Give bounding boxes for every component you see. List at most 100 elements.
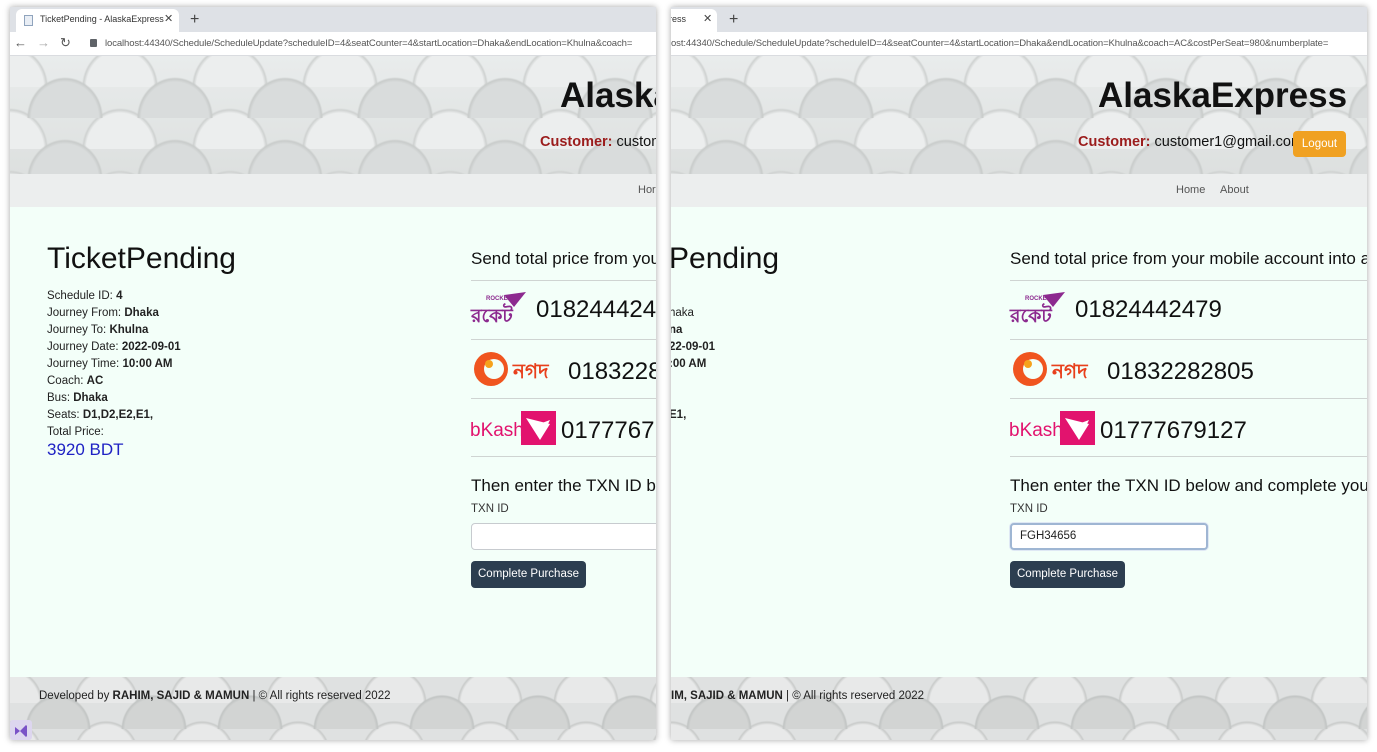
detail-value: AC [86, 375, 104, 387]
detail-label: Schedule ID: [47, 290, 113, 302]
address-bar-row: ← → ↻ localhost:44340/Schedule/ScheduleU… [10, 32, 656, 56]
txn-id-input[interactable] [471, 523, 656, 550]
detail-seats: Seats: D1,D2,E2,E1, [47, 409, 153, 421]
detail-journey-time: :00 AM [671, 358, 707, 370]
bkash-number: 01777679127 [1100, 417, 1247, 444]
detail-journey-date: 22-09-01 [671, 341, 716, 353]
rocket-wordmark: রকেট [470, 303, 513, 327]
nagad-number: 0183228 [568, 358, 656, 385]
footer-names: RAHIM, SAJID & MAMUN [112, 690, 250, 702]
divider [1010, 456, 1367, 457]
rocket-logo-icon: ROCKET রকেট [1009, 292, 1065, 327]
page-title: Pending [671, 242, 780, 275]
brand-title: AlaskaExpress [1098, 76, 1348, 115]
nagad-logo-icon: নগদ [1013, 352, 1089, 386]
complete-purchase-button[interactable]: Complete Purchase [471, 561, 586, 588]
divider [471, 398, 656, 399]
tab-strip: ress ✕ + [671, 7, 1367, 32]
detail-schedule-id: Schedule ID: 4 [47, 290, 122, 302]
nagad-number: 01832282805 [1107, 358, 1254, 385]
browser-chrome: ress ✕ + ost:44340/Schedule/ScheduleUpda… [671, 7, 1367, 56]
detail-label: Bus: [47, 392, 71, 404]
detail-label: Journey Date: [47, 341, 119, 353]
detail-value: Khulna [109, 324, 149, 336]
bkash-logo-icon: bKash [1009, 411, 1095, 445]
complete-purchase-button[interactable]: Complete Purchase [1010, 561, 1125, 588]
url-field[interactable]: ost:44340/Schedule/ScheduleUpdate?schedu… [671, 38, 1328, 49]
footer-names: IM, SAJID & MAMUN [671, 690, 783, 702]
total-price-value: 3920 BDT [47, 440, 124, 459]
detail-journey-to: na [671, 324, 683, 336]
page-title: TicketPending [47, 242, 236, 275]
detail-seats: E1, [671, 409, 687, 421]
detail-journey-from: Journey From: Dhaka [47, 307, 159, 319]
rocket-number: 01824442479 [1075, 296, 1222, 323]
customer-info: Customer: custome [540, 134, 656, 150]
tab-ticketpending[interactable]: TicketPending - AlaskaExpress ✕ [16, 9, 179, 32]
tab-title: TicketPending - AlaskaExpress [40, 14, 164, 24]
reload-icon[interactable]: ↻ [60, 35, 71, 51]
detail-label: Journey To: [47, 324, 107, 336]
detail-value: 4 [116, 290, 123, 302]
page-favicon-icon [24, 15, 33, 26]
back-arrow-icon[interactable]: ← [14, 35, 27, 51]
txn-instructions: Then enter the TXN ID be [471, 476, 656, 495]
footer-suffix: | © All rights reserved 2022 [249, 690, 391, 702]
visual-studio-icon[interactable] [10, 720, 32, 740]
detail-journey-to: Journey To: Khulna [47, 324, 148, 336]
nav-home-link[interactable]: Hor [638, 184, 656, 196]
nav-bar: Home About [671, 174, 1367, 207]
detail-journey-from: haka [671, 307, 694, 319]
close-tab-icon[interactable]: ✕ [164, 9, 173, 30]
nagad-wordmark: নগদ [1051, 359, 1089, 383]
customer-email: custome [616, 134, 656, 150]
site-header: Alaska Customer: custome [10, 56, 656, 174]
footer-credits: IM, SAJID & MAMUN | © All rights reserve… [671, 690, 924, 702]
bkash-wordmark: bKash [1009, 420, 1063, 441]
url-field[interactable]: localhost:44340/Schedule/ScheduleUpdate?… [105, 38, 632, 49]
forward-arrow-icon[interactable]: → [37, 35, 50, 51]
nav-home-link[interactable]: Home [1176, 184, 1205, 196]
browser-chrome: TicketPending - AlaskaExpress ✕ + ← → ↻ … [10, 7, 656, 56]
brand-title: Alaska [560, 76, 656, 115]
send-instructions: Send total price from you [471, 249, 656, 268]
txn-instructions: Then enter the TXN ID below and complete… [1010, 476, 1367, 495]
rocket-number: 0182444247 [536, 296, 656, 323]
new-tab-button[interactable]: + [190, 10, 199, 29]
nagad-logo-icon: নগদ [474, 352, 550, 386]
customer-info: Customer: customer1@gmail.com [1078, 134, 1303, 150]
detail-journey-time: Journey Time: 10:00 AM [47, 358, 173, 370]
customer-email: customer1@gmail.com [1154, 134, 1304, 150]
vs-glyph-icon [15, 725, 27, 737]
detail-value: D1,D2,E2,E1, [82, 409, 154, 421]
customer-label: Customer: [1078, 134, 1151, 150]
divider [471, 339, 656, 340]
detail-label: Journey From: [47, 307, 122, 319]
txn-id-label: TXN ID [1010, 503, 1048, 515]
close-tab-icon[interactable]: ✕ [703, 9, 712, 30]
detail-value: Dhaka [73, 392, 108, 404]
detail-value: 2022-09-01 [121, 341, 181, 353]
tab-ticketpending[interactable]: ress ✕ [671, 9, 717, 32]
browser-window-right: ress ✕ + ost:44340/Schedule/ScheduleUpda… [671, 7, 1367, 740]
footer-prefix: Developed by [39, 690, 110, 702]
divider [471, 280, 656, 281]
detail-label: Journey Time: [47, 358, 120, 370]
logout-button[interactable]: Logout [1293, 131, 1346, 157]
rocket-wordmark: রকেট [1009, 303, 1052, 327]
footer-suffix: | © All rights reserved 2022 [782, 690, 925, 702]
detail-journey-date: Journey Date: 2022-09-01 [47, 341, 181, 353]
divider [1010, 339, 1367, 340]
detail-label: Coach: [47, 375, 84, 387]
txn-id-input[interactable]: FGH34656 [1010, 523, 1208, 550]
divider [1010, 280, 1367, 281]
footer-credits: Developed by RAHIM, SAJID & MAMUN | © Al… [39, 690, 391, 702]
nagad-wordmark: নগদ [512, 359, 550, 383]
new-tab-button[interactable]: + [729, 10, 738, 29]
detail-bus: Bus: Dhaka [47, 392, 108, 404]
customer-label: Customer: [540, 134, 613, 150]
detail-label: Seats: [47, 409, 80, 421]
tab-strip: TicketPending - AlaskaExpress ✕ + [10, 7, 656, 32]
nav-about-link[interactable]: About [1220, 184, 1249, 196]
divider [1010, 398, 1367, 399]
